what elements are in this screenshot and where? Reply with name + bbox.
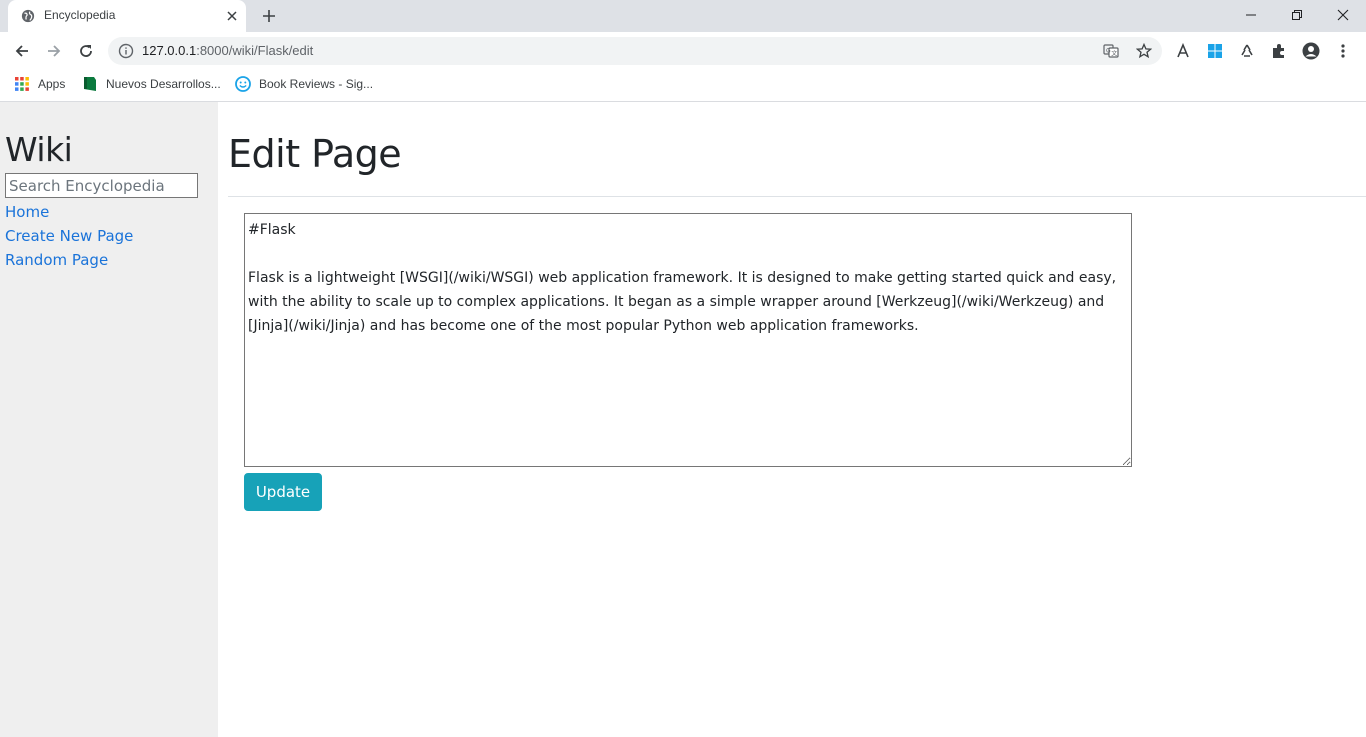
extensions-button[interactable] [1270, 42, 1288, 60]
windows-extension-button[interactable] [1206, 42, 1224, 60]
bookmark-flag-icon [84, 77, 96, 91]
bookmarks-bar: Apps Nuevos Desarrollos... Book Reviews … [0, 70, 1366, 97]
globe-icon [21, 9, 35, 23]
bookmark-nuevos-desarrollos[interactable]: Nuevos Desarrollos... [82, 74, 221, 94]
puzzle-piece-icon [1273, 44, 1284, 58]
sidebar: Wiki Home Create New Page Random Page [0, 102, 218, 737]
windows-icon [1208, 44, 1222, 58]
page-viewport: Wiki Home Create New Page Random Page Ed… [0, 102, 1366, 737]
close-window-button[interactable] [1320, 0, 1366, 30]
kebab-menu-icon [1341, 44, 1345, 58]
font-extension-button[interactable] [1174, 42, 1192, 60]
bookmark-face-icon [235, 76, 251, 92]
browser-toolbar: 127.0.0.1:8000/wiki/Flask/edit G文 [0, 32, 1366, 70]
recycle-icon [1241, 44, 1253, 57]
menu-button[interactable] [1334, 42, 1352, 60]
arrow-left-icon [15, 45, 28, 57]
forward-button[interactable] [44, 41, 64, 61]
search-input[interactable] [5, 173, 198, 198]
close-tab-icon[interactable] [225, 9, 239, 23]
browser-titlebar: Encyclopedia [0, 0, 1366, 32]
restore-button[interactable] [1274, 0, 1320, 30]
restore-icon [1292, 10, 1302, 20]
close-icon [1337, 9, 1349, 21]
letter-a-icon [1177, 43, 1189, 58]
reload-button[interactable] [76, 41, 96, 61]
translate-icon[interactable]: G文 [1103, 43, 1119, 59]
page-title: Edit Page [228, 132, 402, 176]
bookmark-apps[interactable]: Apps [14, 74, 65, 94]
svg-text:文: 文 [1111, 50, 1117, 58]
bookmark-label: Book Reviews - Sig... [259, 77, 374, 91]
minimize-icon [1246, 14, 1256, 16]
nav-link-random-page[interactable]: Random Page [5, 251, 108, 269]
recycle-extension-button[interactable] [1238, 42, 1256, 60]
nav-link-home[interactable]: Home [5, 203, 49, 221]
profile-button[interactable] [1302, 42, 1320, 60]
site-logo: Wiki [5, 130, 73, 169]
bookmark-label: Nuevos Desarrollos... [106, 77, 221, 91]
update-button[interactable]: Update [244, 473, 322, 511]
bookmark-label: Apps [38, 77, 66, 91]
browser-tab[interactable]: Encyclopedia [8, 0, 246, 32]
bookmark-book-reviews[interactable]: Book Reviews - Sig... [235, 74, 373, 94]
avatar-icon [1302, 42, 1320, 60]
star-icon[interactable] [1136, 43, 1152, 59]
arrow-right-icon [48, 45, 61, 57]
new-tab-icon[interactable] [261, 8, 277, 24]
url-text: 127.0.0.1:8000/wiki/Flask/edit [142, 43, 313, 58]
url-path: :8000/wiki/Flask/edit [196, 43, 314, 58]
heading-divider [228, 196, 1366, 197]
reload-icon [80, 45, 92, 57]
nav-link-create-new-page[interactable]: Create New Page [5, 227, 133, 245]
tab-title: Encyclopedia [44, 8, 116, 22]
content-textarea[interactable]: #Flask Flask is a lightweight [WSGI](/wi… [244, 213, 1132, 467]
url-host: 127.0.0.1 [142, 43, 197, 58]
main-content: Edit Page #Flask Flask is a lightweight … [218, 102, 1366, 737]
info-icon[interactable] [118, 43, 134, 59]
minimize-button[interactable] [1228, 0, 1274, 30]
back-button[interactable] [12, 41, 32, 61]
apps-grid-icon [15, 77, 29, 91]
address-bar[interactable]: 127.0.0.1:8000/wiki/Flask/edit G文 [108, 37, 1162, 65]
